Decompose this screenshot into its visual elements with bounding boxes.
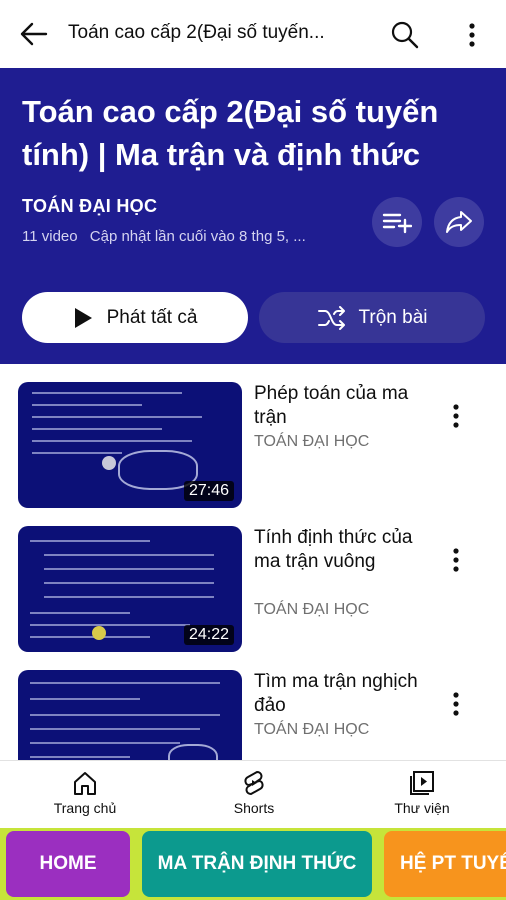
shuffle-icon [317, 305, 345, 330]
nav-library[interactable]: Thư viện [352, 769, 492, 825]
video-channel: TOÁN ĐẠI HỌC [254, 601, 370, 618]
playlist-add-icon [382, 213, 412, 234]
category-bar: HOME MA TRẬN ĐỊNH THỨC HỆ PT TUYẾN [0, 828, 506, 900]
nav-shorts[interactable]: Shorts [184, 769, 324, 825]
appbar-title: Toán cao cấp 2(Đại số tuyến... [68, 22, 325, 43]
shuffle-label: Trộn bài [358, 306, 428, 328]
video-channel: TOÁN ĐẠI HỌC [254, 433, 370, 450]
nav-home[interactable]: Trang chủ [15, 769, 155, 825]
play-all-button[interactable]: Phát tất cả [22, 292, 248, 343]
playlist-channel[interactable]: TOÁN ĐẠI HỌC [22, 196, 157, 217]
video-more-icon[interactable] [444, 544, 468, 576]
video-thumbnail[interactable]: 24:22 [18, 526, 242, 652]
more-vert-icon[interactable] [460, 20, 484, 50]
shorts-icon [244, 771, 264, 795]
nav-library-label: Thư viện [394, 800, 450, 816]
home-icon [74, 772, 96, 795]
nav-shorts-label: Shorts [233, 800, 275, 816]
video-item[interactable]: 27:46 Phép toán của ma trận TOÁN ĐẠI HỌC [0, 364, 506, 508]
video-list: 27:46 Phép toán của ma trận TOÁN ĐẠI HỌC… [0, 364, 506, 760]
video-channel: TOÁN ĐẠI HỌC [254, 721, 370, 738]
video-title: Phép toán của ma trận [254, 383, 409, 428]
category-linear-systems-button[interactable]: HỆ PT TUYẾN [384, 831, 506, 897]
library-icon [410, 771, 434, 795]
video-item[interactable]: Tìm ma trận nghịch đảo TOÁN ĐẠI HỌC [0, 652, 506, 760]
app-bar: Toán cao cấp 2(Đại số tuyến... [0, 0, 506, 68]
back-arrow-icon[interactable] [18, 20, 50, 48]
video-thumbnail[interactable]: 27:46 [18, 382, 242, 508]
last-updated: Cập nhật lần cuối vào 8 thg 5, ... [89, 228, 306, 245]
video-duration: 27:46 [183, 481, 234, 501]
video-item[interactable]: 24:22 Tính định thức của ma trận vuông T… [0, 508, 506, 652]
video-thumbnail[interactable] [18, 670, 242, 760]
nav-home-label: Trang chủ [53, 800, 117, 816]
playlist-title: Toán cao cấp 2(Đại số tuyến tính) | Ma t… [22, 94, 439, 172]
video-more-icon[interactable] [444, 688, 468, 720]
playlist-header: Toán cao cấp 2(Đại số tuyến tính) | Ma t… [0, 68, 506, 364]
play-icon [74, 307, 92, 328]
category-home-button[interactable]: HOME [6, 831, 130, 897]
video-more-icon[interactable] [444, 400, 468, 432]
search-icon[interactable] [390, 20, 420, 50]
video-title: Tính định thức của ma trận vuông [254, 527, 413, 572]
video-title: Tìm ma trận nghịch đảo [254, 671, 418, 716]
category-matrix-button[interactable]: MA TRẬN ĐỊNH THỨC [142, 831, 372, 897]
play-all-label: Phát tất cả [106, 306, 198, 328]
save-to-library-button[interactable] [372, 197, 422, 247]
share-icon [446, 211, 472, 233]
bottom-navigation: Trang chủ Shorts Thư viện [0, 760, 506, 828]
share-button[interactable] [434, 197, 484, 247]
playlist-meta: 11 video Cập nhật lần cuối vào 8 thg 5, … [22, 228, 352, 245]
shuffle-button[interactable]: Trộn bài [259, 292, 485, 343]
video-duration: 24:22 [183, 625, 234, 645]
video-count: 11 video [22, 228, 78, 245]
